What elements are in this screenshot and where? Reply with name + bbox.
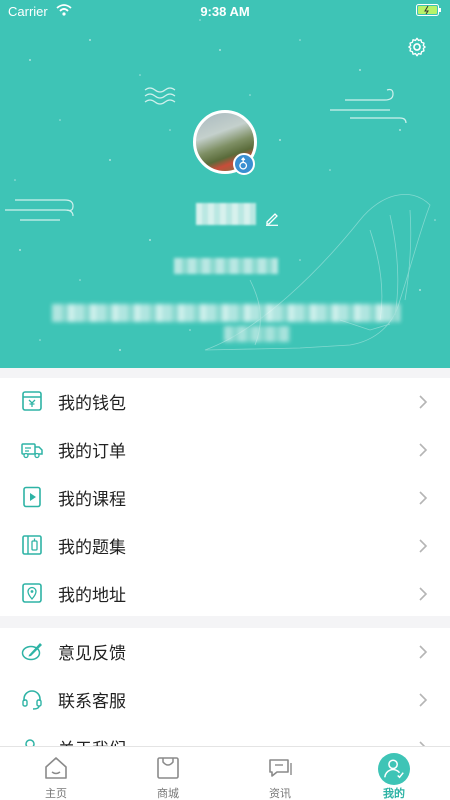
menu-item-orders[interactable]: 我的订单 xyxy=(0,426,450,474)
menu-item-label: 关于我们 xyxy=(58,735,126,746)
order-truck-icon xyxy=(21,443,43,459)
chevron-right-icon xyxy=(419,587,428,601)
tab-label: 商城 xyxy=(157,787,179,800)
chevron-right-icon xyxy=(419,395,428,409)
chevron-right-icon xyxy=(419,539,428,553)
about-users-icon xyxy=(25,739,35,746)
tab-label: 主页 xyxy=(45,787,67,800)
tab-label: 资讯 xyxy=(269,787,291,800)
profile-header: Carrier 9:38 AM xyxy=(0,0,450,368)
chevron-right-icon xyxy=(419,443,428,457)
profile-icon xyxy=(384,759,404,779)
course-play-icon xyxy=(23,486,41,508)
menu-item-about-us[interactable]: 关于我们 xyxy=(0,724,450,746)
menu-item-label: 我的题集 xyxy=(58,538,126,558)
menu-item-question-sets[interactable]: 我的题集 xyxy=(0,522,450,570)
shop-bag-icon xyxy=(157,757,179,779)
menu-item-feedback[interactable]: 意见反馈 xyxy=(0,628,450,676)
male-icon xyxy=(233,153,255,175)
pencil-icon[interactable] xyxy=(264,210,280,226)
headset-icon xyxy=(22,690,42,710)
news-chat-icon xyxy=(269,759,292,777)
username xyxy=(196,203,256,225)
status-bar: Carrier 9:38 AM xyxy=(0,0,450,24)
location-pin-icon xyxy=(22,583,42,603)
menu-item-label: 我的钱包 xyxy=(58,394,126,414)
menu-item-label: 我的课程 xyxy=(58,490,126,510)
chevron-right-icon xyxy=(419,491,428,505)
status-time: 9:38 AM xyxy=(200,4,250,19)
wallet-icon xyxy=(22,391,42,411)
menu-item-label: 联系客服 xyxy=(58,692,126,712)
tab-profile[interactable]: 我的 xyxy=(338,747,450,800)
tab-news[interactable]: 资讯 xyxy=(224,747,336,800)
feedback-pen-icon xyxy=(21,643,42,661)
menu-item-address[interactable]: 我的地址 xyxy=(0,570,450,618)
chevron-right-icon xyxy=(419,645,428,659)
question-book-icon xyxy=(22,535,42,555)
chevron-right-icon xyxy=(419,693,428,707)
home-icon xyxy=(45,757,67,779)
user-bio-line xyxy=(52,304,400,322)
menu-item-customer-service[interactable]: 联系客服 xyxy=(0,676,450,724)
tab-label: 我的 xyxy=(383,787,405,800)
tab-home[interactable]: 主页 xyxy=(0,747,112,800)
menu-item-courses[interactable]: 我的课程 xyxy=(0,474,450,522)
user-bio-line-2 xyxy=(224,326,290,342)
menu-group-account: 我的钱包 我的订单 我的课程 我的题集 我的地址 xyxy=(0,378,450,616)
menu-item-label: 意见反馈 xyxy=(58,644,126,664)
gear-icon[interactable] xyxy=(406,36,428,58)
tab-bar: 主页 商城 资讯 我的 xyxy=(0,746,450,800)
menu-item-wallet[interactable]: 我的钱包 xyxy=(0,378,450,426)
battery-icon xyxy=(416,4,441,16)
menu-item-label: 我的地址 xyxy=(58,586,126,606)
menu-group-support: 意见反馈 联系客服 关于我们 xyxy=(0,628,450,746)
tab-shop[interactable]: 商城 xyxy=(112,747,224,800)
user-info-line xyxy=(174,258,278,274)
menu-item-label: 我的订单 xyxy=(58,442,126,462)
